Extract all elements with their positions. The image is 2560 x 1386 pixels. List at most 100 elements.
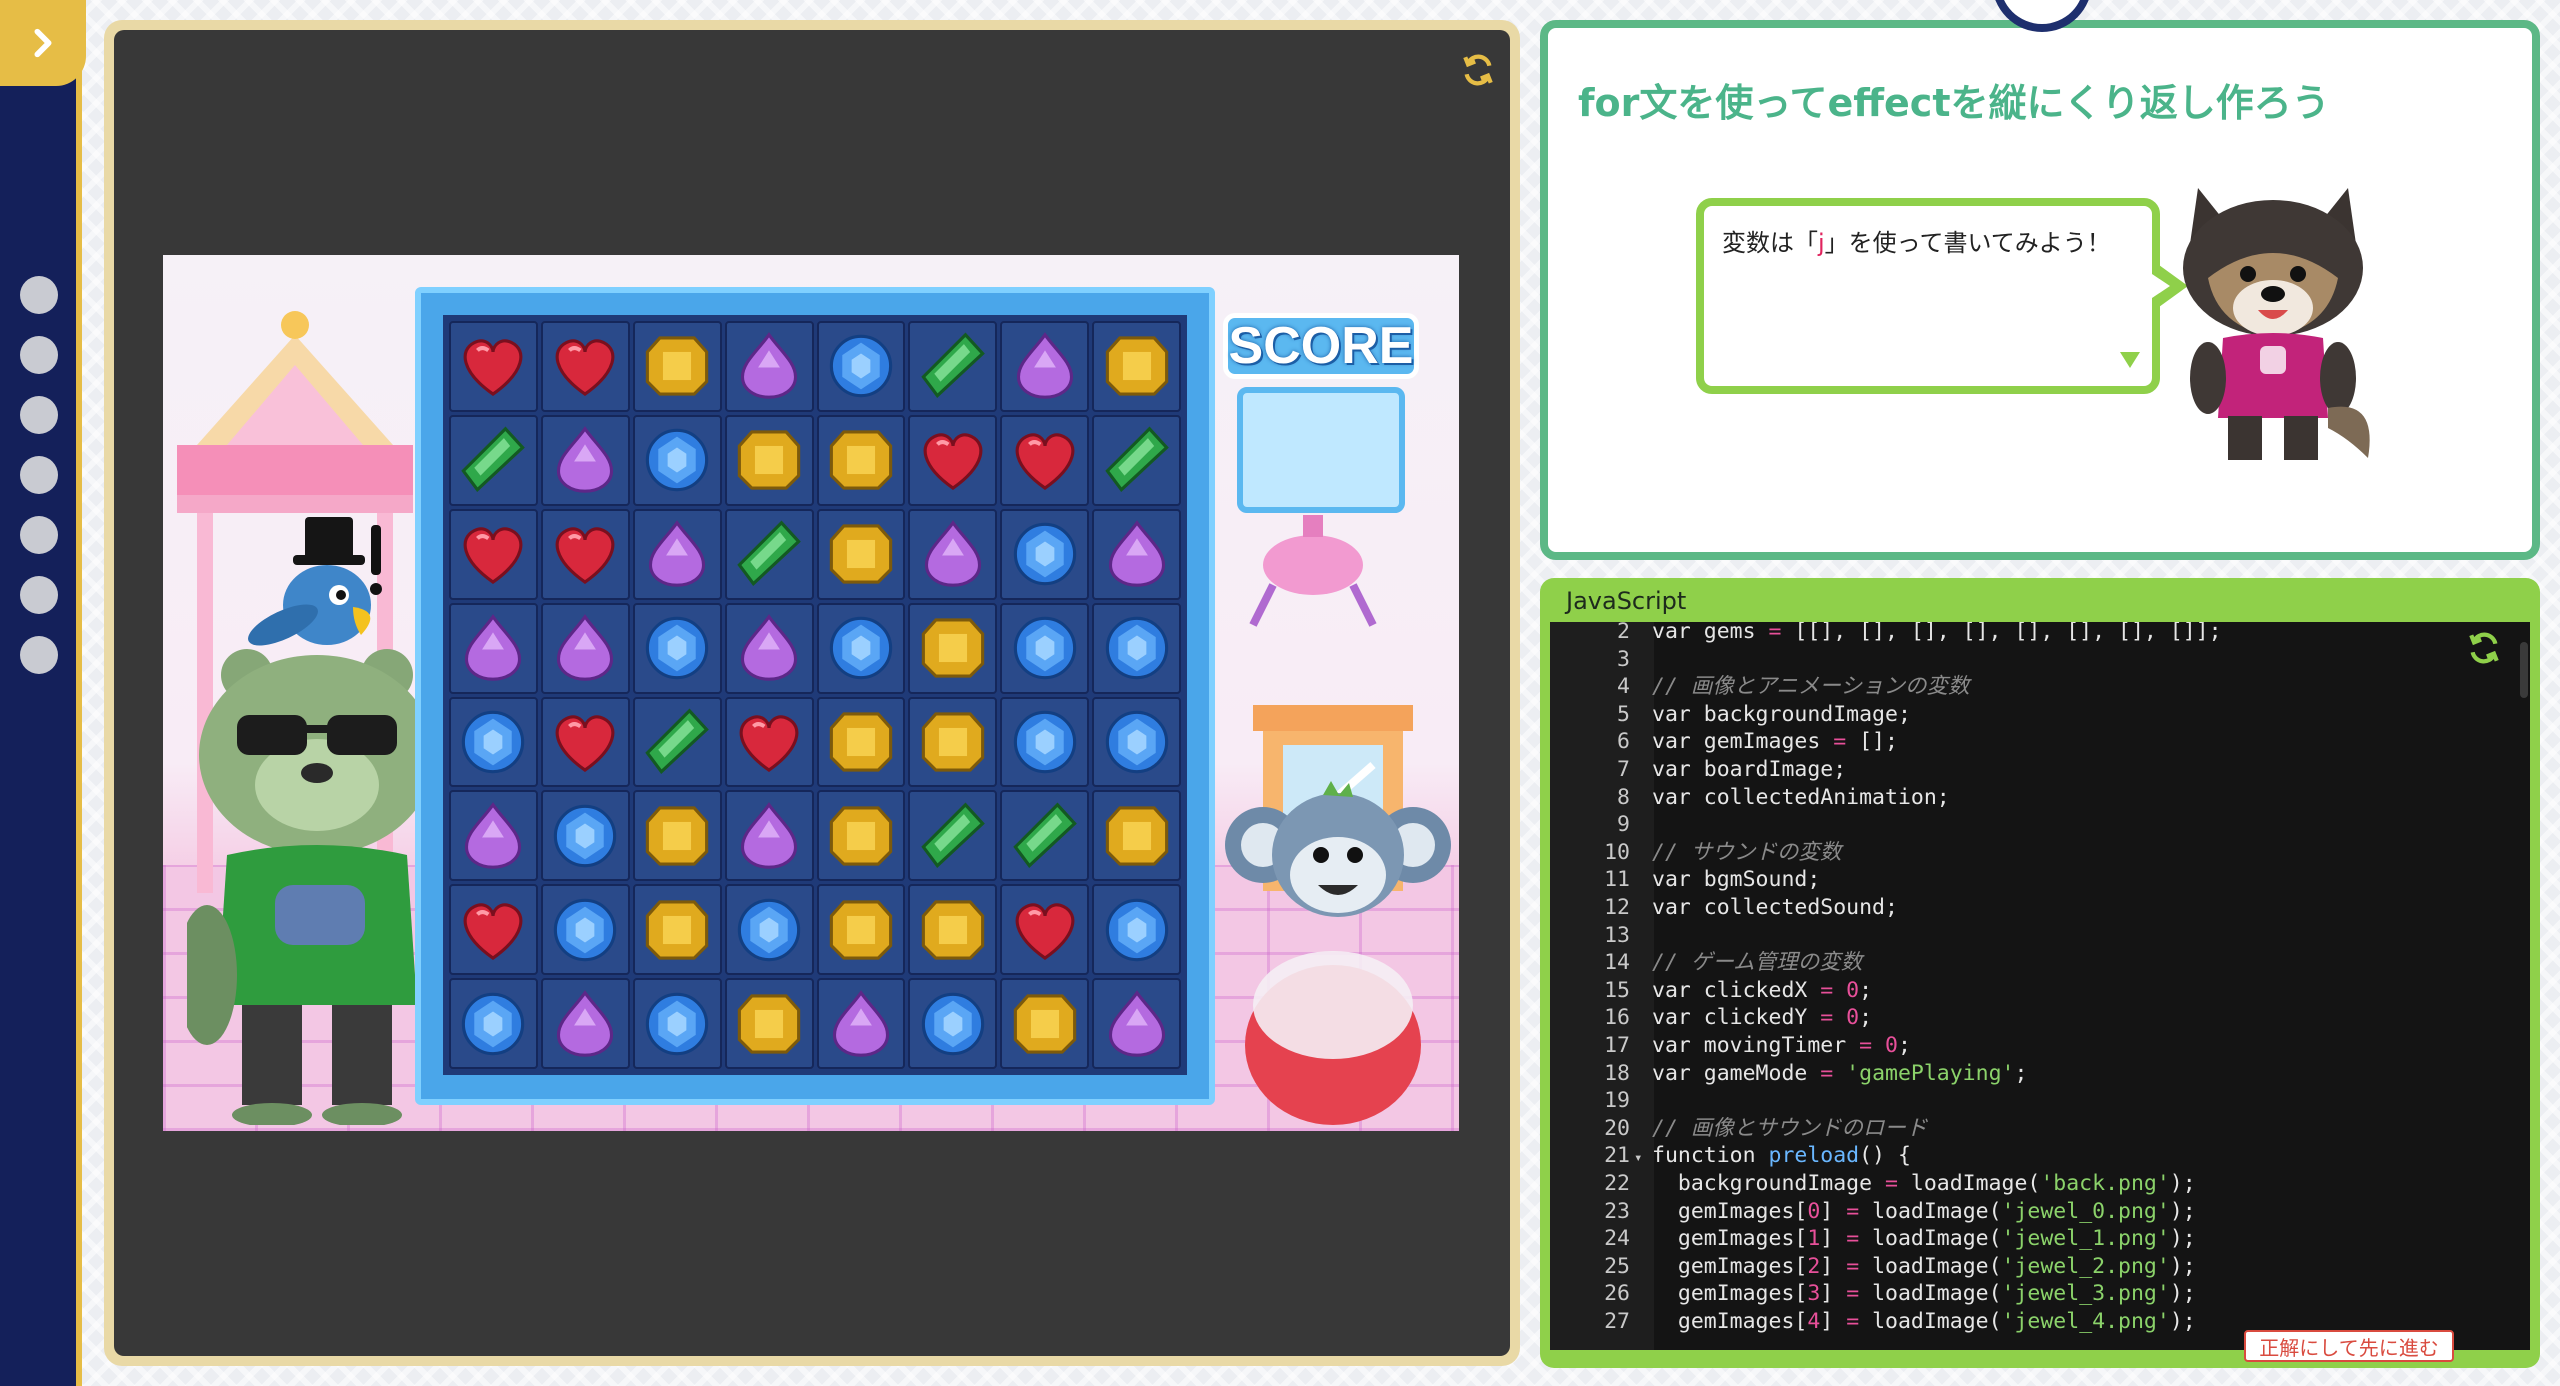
step-dot[interactable]: [20, 516, 58, 554]
gem-cell[interactable]: [1000, 321, 1090, 412]
code-line[interactable]: 16 var clickedY = 0;: [1550, 1004, 1872, 1032]
gem-cell[interactable]: [908, 602, 998, 694]
code-line[interactable]: 10 // サウンドの変数: [1550, 839, 1841, 867]
code-line[interactable]: 21 ▾ function preload() {: [1550, 1142, 1911, 1170]
gem-cell[interactable]: [449, 321, 538, 412]
code-line[interactable]: 17 var movingTimer = 0;: [1550, 1032, 1911, 1060]
gem-cell[interactable]: [540, 414, 630, 506]
gem-cell[interactable]: [1000, 978, 1090, 1069]
gem-cell[interactable]: [540, 321, 630, 412]
gem-cell[interactable]: [908, 414, 998, 506]
gem-cell[interactable]: [724, 602, 814, 694]
gem-cell[interactable]: [908, 790, 998, 882]
step-dot[interactable]: [20, 396, 58, 434]
gem-cell[interactable]: [816, 508, 906, 600]
step-dot[interactable]: [20, 276, 58, 314]
step-dot[interactable]: [20, 336, 58, 374]
gem-cell[interactable]: [540, 790, 630, 882]
gem-cell[interactable]: [724, 696, 814, 788]
gem-cell[interactable]: [1000, 602, 1090, 694]
code-line[interactable]: 4 // 画像とアニメーションの変数: [1550, 673, 1969, 701]
gem-cell[interactable]: [724, 884, 814, 976]
gem-cell[interactable]: [449, 508, 538, 600]
gem-cell[interactable]: [1092, 978, 1181, 1069]
gem-cell[interactable]: [632, 790, 722, 882]
gem-cell[interactable]: [816, 321, 906, 412]
gem-cell[interactable]: [449, 602, 538, 694]
gem-cell[interactable]: [816, 884, 906, 976]
gem-cell[interactable]: [1092, 321, 1181, 412]
code-reload-button[interactable]: [2464, 628, 2504, 668]
code-line[interactable]: 7 var boardImage;: [1550, 756, 1846, 784]
code-line[interactable]: 24 gemImages[1] = loadImage('jewel_1.png…: [1550, 1225, 2196, 1253]
code-line[interactable]: 2 var gems = [[], [], [], [], [], [], [],…: [1550, 622, 2222, 646]
code-line[interactable]: 3: [1550, 646, 1652, 674]
gem-cell[interactable]: [540, 602, 630, 694]
gem-cell[interactable]: [724, 414, 814, 506]
gem-cell[interactable]: [449, 790, 538, 882]
gem-cell[interactable]: [724, 790, 814, 882]
gem-cell[interactable]: [816, 414, 906, 506]
gem-cell[interactable]: [540, 978, 630, 1069]
gem-cell[interactable]: [908, 978, 998, 1069]
gem-cell[interactable]: [632, 602, 722, 694]
gem-cell[interactable]: [1092, 602, 1181, 694]
code-line[interactable]: 12 var collectedSound;: [1550, 894, 1898, 922]
gem-cell[interactable]: [632, 508, 722, 600]
gem-cell[interactable]: [449, 884, 538, 976]
code-line[interactable]: 15 var clickedX = 0;: [1550, 977, 1872, 1005]
gem-cell[interactable]: [449, 696, 538, 788]
gem-cell[interactable]: [449, 978, 538, 1069]
code-line[interactable]: 26 gemImages[3] = loadImage('jewel_3.png…: [1550, 1280, 2196, 1308]
step-dot[interactable]: [20, 456, 58, 494]
gem-cell[interactable]: [724, 508, 814, 600]
gem-cell[interactable]: [632, 414, 722, 506]
gem-cell[interactable]: [1092, 790, 1181, 882]
code-line[interactable]: 22 backgroundImage = loadImage('back.png…: [1550, 1170, 2196, 1198]
gem-cell[interactable]: [908, 508, 998, 600]
code-line[interactable]: 13: [1550, 922, 1652, 950]
gem-cell[interactable]: [540, 508, 630, 600]
gem-cell[interactable]: [908, 321, 998, 412]
mark-correct-and-continue-button[interactable]: 正解にして先に進む: [2244, 1330, 2454, 1362]
gem-cell[interactable]: [1000, 884, 1090, 976]
gem-cell[interactable]: [1000, 696, 1090, 788]
gem-cell[interactable]: [1000, 790, 1090, 882]
gem-cell[interactable]: [908, 696, 998, 788]
gem-cell[interactable]: [1092, 414, 1181, 506]
fold-arrow-icon[interactable]: ▾: [1630, 1144, 1652, 1172]
gem-cell[interactable]: [449, 414, 538, 506]
gem-cell[interactable]: [1000, 414, 1090, 506]
code-line[interactable]: 9: [1550, 811, 1652, 839]
code-line[interactable]: 14 // ゲーム管理の変数: [1550, 949, 1862, 977]
gem-cell[interactable]: [632, 978, 722, 1069]
step-dot[interactable]: [20, 636, 58, 674]
gem-cell[interactable]: [816, 978, 906, 1069]
code-line[interactable]: 11 var bgmSound;: [1550, 866, 1820, 894]
game-canvas[interactable]: SCORE: [163, 255, 1459, 1131]
gem-cell[interactable]: [540, 884, 630, 976]
gem-cell[interactable]: [540, 696, 630, 788]
code-line[interactable]: 6 var gemImages = [];: [1550, 728, 1898, 756]
gem-cell[interactable]: [1000, 508, 1090, 600]
gem-cell[interactable]: [724, 321, 814, 412]
code-line[interactable]: 8 var collectedAnimation;: [1550, 784, 1950, 812]
editor-scrollbar[interactable]: [2520, 642, 2528, 698]
gem-cell[interactable]: [816, 602, 906, 694]
code-line[interactable]: 20 // 画像とサウンドのロード: [1550, 1115, 1927, 1143]
code-line[interactable]: 19: [1550, 1087, 1652, 1115]
code-line[interactable]: 23 gemImages[0] = loadImage('jewel_0.png…: [1550, 1198, 2196, 1226]
bubble-next-arrow-icon[interactable]: [2120, 352, 2140, 368]
gem-cell[interactable]: [1092, 508, 1181, 600]
stage-reload-button[interactable]: [1458, 50, 1498, 90]
gem-cell[interactable]: [632, 884, 722, 976]
gem-cell[interactable]: [1092, 696, 1181, 788]
gem-cell[interactable]: [632, 321, 722, 412]
code-editor[interactable]: 2 var gems = [[], [], [], [], [], [], [],…: [1550, 622, 2530, 1350]
gem-cell[interactable]: [632, 696, 722, 788]
step-dot[interactable]: [20, 576, 58, 614]
gem-cell[interactable]: [816, 790, 906, 882]
code-line[interactable]: 5 var backgroundImage;: [1550, 701, 1911, 729]
code-line[interactable]: 27 gemImages[4] = loadImage('jewel_4.png…: [1550, 1308, 2196, 1336]
gem-cell[interactable]: [816, 696, 906, 788]
